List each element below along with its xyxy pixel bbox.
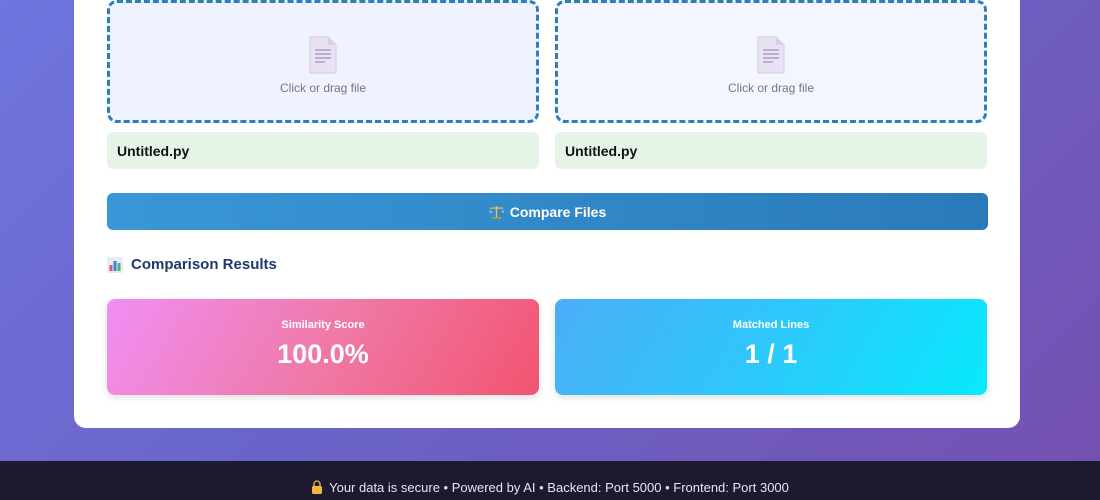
- document-icon: [757, 36, 785, 73]
- similarity-score-label: Similarity Score: [281, 318, 365, 331]
- matched-lines-card: Matched Lines 1 / 1: [555, 299, 987, 395]
- right-filename: Untitled.py: [555, 132, 987, 169]
- footer-text: Your data is secure • Powered by AI • Ba…: [329, 479, 789, 495]
- right-file-dropzone[interactable]: Click or drag file: [555, 0, 987, 123]
- scale-icon: [488, 205, 504, 219]
- matched-lines-label: Matched Lines: [732, 318, 810, 331]
- compare-files-button[interactable]: Compare Files: [107, 193, 988, 230]
- similarity-score-card: Similarity Score 100.0%: [107, 299, 539, 395]
- lock-icon: [312, 480, 323, 494]
- matched-lines-value: 1 / 1: [744, 338, 798, 369]
- results-heading: Comparison Results: [107, 256, 277, 273]
- bar-chart-icon: [107, 256, 123, 273]
- footer: Your data is secure • Powered by AI • Ba…: [0, 461, 1100, 500]
- left-file-dropzone[interactable]: Click or drag file: [107, 0, 539, 123]
- dropzone-hint: Click or drag file: [279, 80, 367, 95]
- results-title: Comparison Results: [131, 256, 277, 273]
- dropzone-hint: Click or drag file: [727, 80, 815, 95]
- similarity-score-value: 100.0%: [277, 338, 369, 369]
- document-icon: [309, 36, 337, 73]
- left-filename: Untitled.py: [107, 132, 539, 169]
- compare-files-label: Compare Files: [509, 203, 607, 220]
